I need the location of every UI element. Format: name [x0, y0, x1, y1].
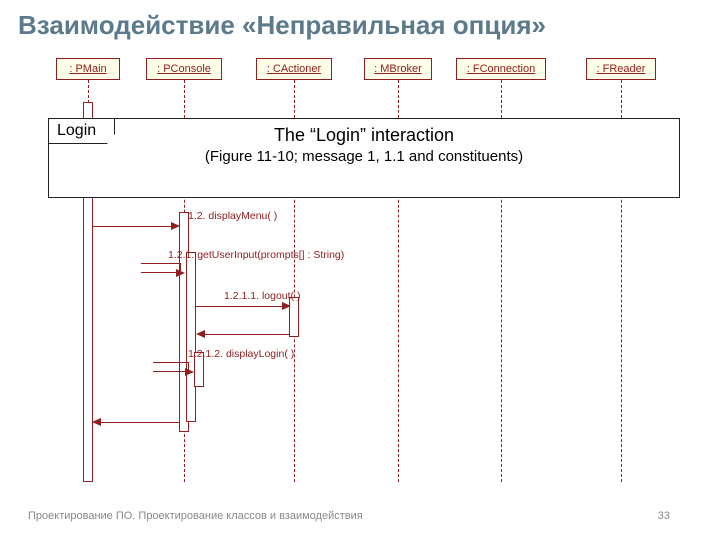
lifeline-head-cactioner: : CActioner [256, 58, 332, 80]
lifeline-head-fconnection: : FConnection [456, 58, 546, 80]
footer-text: Проектирование ПО. Проектирование классо… [28, 510, 363, 522]
frame-tab-label: Login [48, 118, 115, 144]
arrow-get-user-input [141, 263, 181, 273]
lifeline-head-mbroker: : MBroker [364, 58, 432, 80]
lifeline-head-pmain: : PMain [56, 58, 120, 80]
arrow-return-pconsole [98, 422, 180, 423]
activation-pconsole-2 [186, 252, 196, 422]
frame-subtitle: (Figure 11-10; message 1, 1.1 and consti… [49, 146, 679, 165]
msg-display-menu: 1.2. displayMenu( ) [188, 210, 277, 222]
arrowhead-display-menu [171, 222, 180, 230]
lifeline-head-pconsole: : PConsole [146, 58, 222, 80]
arrowhead-display-login [185, 368, 194, 376]
interaction-use-frame: Login The “Login” interaction (Figure 11… [48, 118, 680, 198]
lifeline-head-freader: : FReader [586, 58, 656, 80]
arrowhead-logout [282, 302, 291, 310]
arrow-display-login [153, 362, 189, 372]
arrowhead-logout-return [196, 330, 205, 338]
page-number: 33 [658, 510, 670, 522]
arrowhead-get-user-input [176, 269, 185, 277]
slide-title: Взаимодействие «Неправильная опция» [0, 0, 720, 47]
msg-display-login: 1.2.1.2. displayLogin( ) [188, 348, 294, 360]
sequence-diagram: : PMain : PConsole : CActioner : MBroker… [38, 52, 688, 482]
msg-get-user-input: 1.2.1. getUserInput(prompts[] : String) [168, 249, 344, 261]
frame-title: The “Login” interaction [49, 119, 679, 146]
msg-logout: 1.2.1.1. logout( ) [224, 290, 300, 302]
arrow-logout [196, 306, 284, 307]
arrowhead-return-pconsole [92, 418, 101, 426]
arrow-logout-return [203, 334, 289, 335]
arrow-display-menu [93, 226, 173, 227]
